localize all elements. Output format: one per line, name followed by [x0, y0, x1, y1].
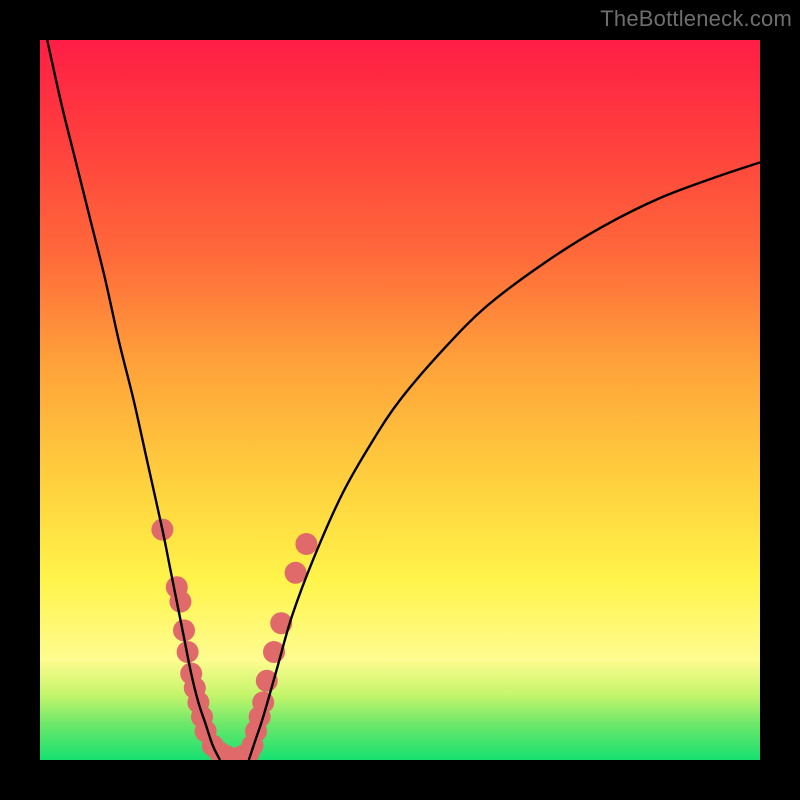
- chart-outer-frame: TheBottleneck.com: [0, 0, 800, 800]
- right-curve: [249, 162, 760, 760]
- attribution-text: TheBottleneck.com: [600, 6, 792, 32]
- scatter-point: [285, 562, 307, 584]
- scatter-point: [252, 691, 274, 713]
- scatter-point: [295, 533, 317, 555]
- chart-svg: [40, 40, 760, 760]
- chart-plot-area: [40, 40, 760, 760]
- scatter-points: [151, 519, 317, 760]
- scatter-point: [169, 591, 191, 613]
